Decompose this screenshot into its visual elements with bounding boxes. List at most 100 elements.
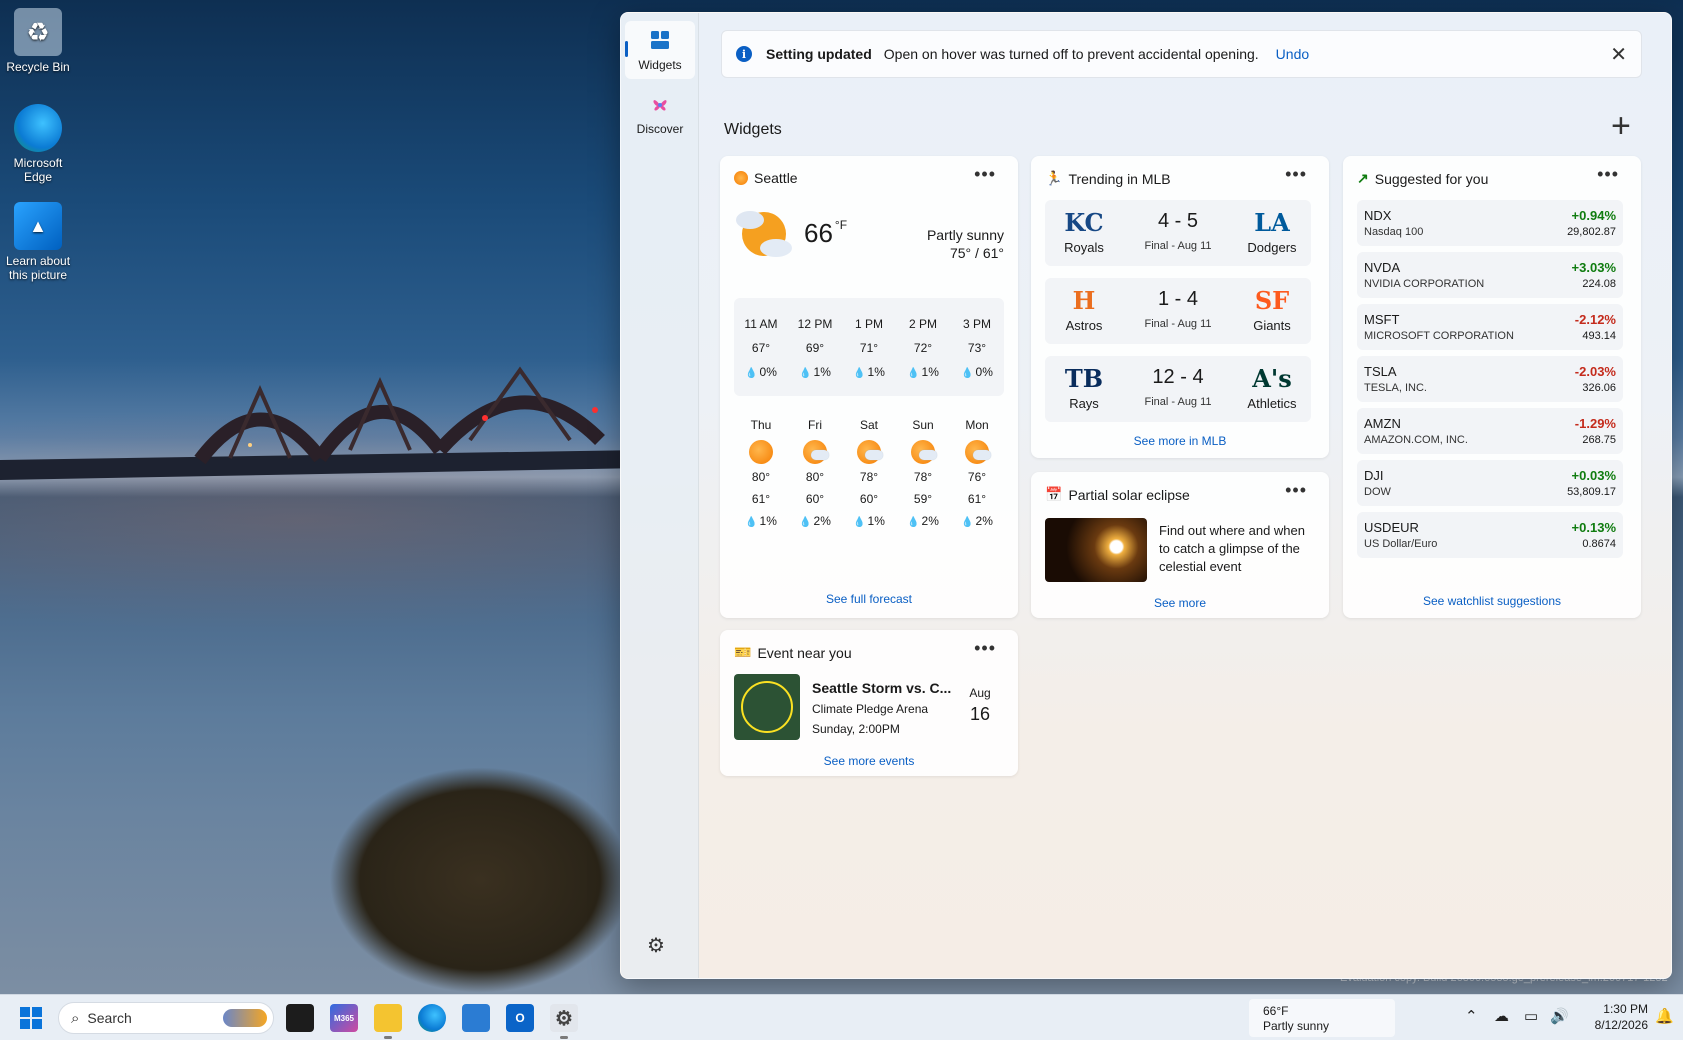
game-score: 12 - 4 [1152,366,1204,388]
file-explorer-icon[interactable] [374,1004,402,1032]
weather-more-icon[interactable]: ••• [974,164,996,185]
eclipse-card[interactable]: 📅 Partial solar eclipse ••• Find out whe… [1031,472,1329,618]
taskbar-weather[interactable]: 66°F Partly sunny [1249,999,1395,1037]
search-box[interactable]: ⌕ Search [58,1002,274,1034]
network-icon[interactable]: ▭ [1524,1007,1538,1025]
game-row[interactable]: KC Royals 4 - 5 Final - Aug 11 LA Dodgers [1045,200,1311,266]
start-icon[interactable] [20,1007,42,1029]
event-card[interactable]: 🎫 Event near you ••• Seattle Storm vs. C… [720,630,1018,776]
task-view-icon[interactable] [286,1004,314,1032]
volume-icon[interactable]: 🔊 [1550,1007,1569,1025]
athletics-logo-icon: A's [1252,364,1292,393]
hourly-forecast: 11 AM 67° 💧 0% 12 PM 69° 💧 1% 1 PM 71° 💧 1% 2 PM 7… [734,298,1004,396]
close-icon[interactable]: ✕ [1610,42,1627,67]
partly-sunny-icon [736,211,792,257]
stock-price: 493.14 [1582,330,1616,342]
stock-row[interactable]: AMZN AMAZON.COM, INC. -1.29% 268.75 [1357,408,1623,454]
hourly-item: 3 PM 73° 💧 0% [961,317,993,379]
stock-symbol: NDX [1364,208,1392,223]
rail-item-widgets[interactable]: Widgets [625,21,695,79]
recycle-bin-shortcut[interactable]: ♻ Recycle Bin [0,8,76,74]
edge-shortcut[interactable]: Microsoft Edge [0,104,76,184]
daily-item: Fri 80° 60° 💧 2% [799,418,831,528]
see-more-events-link[interactable]: See more events [720,754,1018,768]
stock-row[interactable]: USDEUR US Dollar/Euro +0.13% 0.8674 [1357,512,1623,558]
eclipse-title: Partial solar eclipse [1068,486,1190,503]
stock-row[interactable]: NDX Nasdaq 100 +0.94% 29,802.87 [1357,200,1623,246]
event-title: Event near you [757,644,852,661]
add-widget-icon[interactable]: + [1611,109,1631,143]
weather-location: Seattle [754,170,798,186]
team-dodgers: LA Dodgers [1237,206,1307,255]
event-month: Aug [969,686,991,700]
stock-row[interactable]: MSFT MICROSOFT CORPORATION -2.12% 493.14 [1357,304,1623,350]
daily-item: Mon 76° 61° 💧 2% [961,418,993,528]
undo-link[interactable]: Undo [1276,46,1309,62]
event-more-icon[interactable]: ••• [974,638,996,659]
game-status: Final - Aug 11 [1144,240,1212,252]
trend-icon: ↗ [1357,170,1369,186]
game-row[interactable]: TB Rays 12 - 4 Final - Aug 11 A's Athletic… [1045,356,1311,422]
stock-row[interactable]: DJI DOW +0.03% 53,809.17 [1357,460,1623,506]
game-score: 1 - 4 [1157,288,1199,310]
settings-gear-icon[interactable]: ⚙ [647,933,665,958]
see-more-link[interactable]: See more [1031,596,1329,610]
eclipse-more-icon[interactable]: ••• [1285,480,1307,501]
rail-item-discover[interactable]: Discover [625,85,695,143]
eclipse-header: 📅 Partial solar eclipse [1045,486,1190,503]
game-row[interactable]: H Astros 1 - 4 Final - Aug 11 SF Giants [1045,278,1311,344]
settings-icon[interactable]: ⚙ [550,1004,578,1032]
weather-card[interactable]: Seattle ••• 66 °F Partly sunny 75° / 61° … [720,156,1018,618]
royals-logo-icon: KC [1064,208,1104,237]
mlb-title: Trending in MLB [1068,170,1171,187]
mlb-more-icon[interactable]: ••• [1285,164,1307,185]
event-venue: Climate Pledge Arena [812,702,929,716]
search-icon: ⌕ [71,1009,80,1027]
chevron-up-icon[interactable]: ⌃ [1465,1007,1478,1025]
stocks-card[interactable]: ↗ Suggested for you ••• NDX Nasdaq 100 +0.… [1343,156,1641,618]
banner-title: Setting updated [766,46,872,62]
stock-name: TESLA, INC. [1364,382,1427,394]
see-full-forecast-link[interactable]: See full forecast [720,592,1018,606]
onedrive-icon[interactable]: ☁ [1494,1007,1509,1025]
widgets-rail: Widgets Discover ⚙ [621,13,699,978]
recycle-bin-label: Recycle Bin [6,60,70,74]
edge-taskbar-icon[interactable] [418,1004,446,1032]
learn-picture-shortcut[interactable]: ▲ Learn about this picture [0,202,76,282]
raindrop-icon: 💧 [907,368,920,379]
mlb-card[interactable]: 🏃 Trending in MLB ••• KC Royals 4 - 5 Fin… [1031,156,1329,458]
weather-condition: Partly sunny 75° / 61° [927,226,1004,262]
game-status: Final - Aug 11 [1144,318,1212,330]
partly-sunny-icon [857,440,883,464]
copilot-icon[interactable]: M365 [330,1004,358,1032]
stock-change: -1.29% [1574,416,1616,431]
taskbar: ⌕ Search M365 O ⚙ 66°F Partly sunny ⌃ ☁ … [0,994,1683,1040]
stock-name: Nasdaq 100 [1364,226,1424,238]
raindrop-icon: 💧 [961,368,974,379]
stocks-more-icon[interactable]: ••• [1597,164,1619,185]
rail-active-indicator [625,41,628,57]
see-watchlist-link[interactable]: See watchlist suggestions [1343,594,1641,608]
stock-change: +0.94% [1571,208,1616,223]
raindrop-icon: 💧 [907,517,920,528]
daily-item: Sat 78° 60° 💧 1% [853,418,885,528]
raindrop-icon: 💧 [799,368,812,379]
widgets-panel: Widgets Discover ⚙ i Setting updated Ope… [620,12,1672,979]
raindrop-icon: 💧 [799,517,812,528]
system-clock[interactable]: 1:30 PM 8/12/2026 [1578,1001,1648,1033]
stock-price: 29,802.87 [1567,226,1616,238]
team-royals: KC Royals [1049,206,1119,255]
see-more-mlb-link[interactable]: See more in MLB [1031,434,1329,448]
stock-row[interactable]: NVDA NVIDIA CORPORATION +3.03% 224.08 [1357,252,1623,298]
game-status: Final - Aug 11 [1144,396,1212,408]
astros-logo-icon: H [1072,286,1096,315]
outlook-icon[interactable]: O [506,1004,534,1032]
stock-change: +3.03% [1571,260,1616,275]
store-icon[interactable] [462,1004,490,1032]
stock-symbol: MSFT [1364,312,1400,327]
stock-row[interactable]: TSLA TESLA, INC. -2.03% 326.06 [1357,356,1623,402]
stocks-header: ↗ Suggested for you [1357,170,1488,187]
stock-name: US Dollar/Euro [1364,538,1438,550]
notification-icon[interactable]: 🔔 [1655,1007,1674,1025]
partly-sunny-icon [965,440,991,464]
